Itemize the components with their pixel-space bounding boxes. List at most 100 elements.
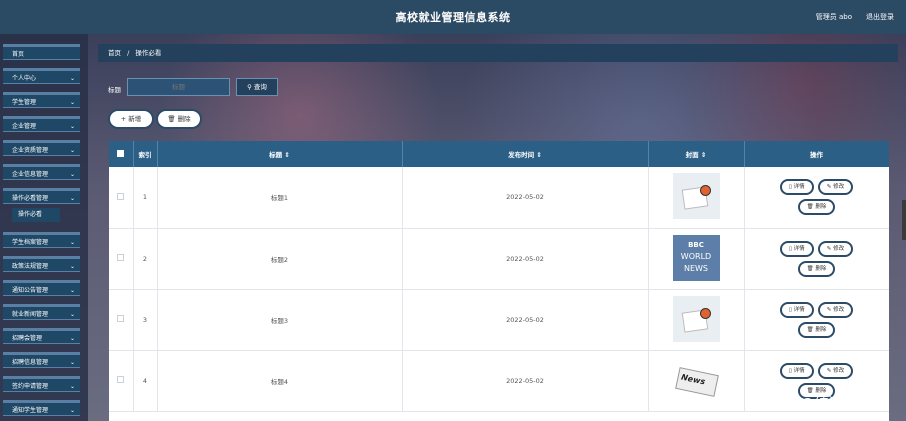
sidebar-item-label: 招聘会管理 xyxy=(12,335,43,342)
chevron-down-icon: ⌄ xyxy=(69,287,75,294)
row-checkbox[interactable] xyxy=(109,350,134,412)
chevron-down-icon: ⌄ xyxy=(69,171,75,178)
row-index: 3 xyxy=(133,289,158,351)
sidebar-item-label: 就业新闻管理 xyxy=(12,311,49,318)
chevron-down-icon: ⌄ xyxy=(69,99,75,106)
breadcrumb-current: 操作必看 xyxy=(135,49,162,57)
row-index: 4 xyxy=(133,350,158,412)
search-icon: ⚲ xyxy=(247,83,252,91)
sidebar-item-company-info[interactable]: 企业信息管理 ⌄ xyxy=(3,164,80,180)
row-delete-button[interactable]: 🗑 删除 xyxy=(797,199,836,216)
news-cover-image xyxy=(672,295,720,342)
edit-button[interactable]: ✎ 修改 xyxy=(817,179,854,196)
search-button-label: 查询 xyxy=(253,83,267,91)
search-label: 标题 xyxy=(108,86,121,94)
sidebar-item-recruitment[interactable]: 招聘信息管理 ⌄ xyxy=(3,352,80,368)
row-date: 2022-05-02 xyxy=(402,350,649,412)
sidebar-subitem-must-read[interactable]: 操作必看 xyxy=(12,208,60,222)
sidebar-item-profile[interactable]: 个人中心 ⌄ xyxy=(3,68,80,84)
sidebar-item-student-archive[interactable]: 学生档案管理 ⌄ xyxy=(3,232,80,248)
row-date: 2022-05-02 xyxy=(402,289,649,351)
logout-link[interactable]: 退出登录 xyxy=(866,12,894,22)
scrollbar[interactable] xyxy=(902,200,906,240)
column-header-actions: 操作 xyxy=(744,141,889,167)
row-delete-button[interactable]: 🗑 删除 xyxy=(797,260,836,277)
sidebar-item-student-notify[interactable]: 通知学生管理 ⌄ xyxy=(3,400,80,416)
chevron-down-icon: ⌄ xyxy=(69,147,75,154)
breadcrumb-home[interactable]: 首页 xyxy=(108,49,121,57)
column-header-cover[interactable]: 封面 ⇕ xyxy=(648,141,745,167)
row-title: 标题1 xyxy=(157,167,403,229)
edit-button[interactable]: ✎ 修改 xyxy=(817,362,854,379)
sidebar-item-job-fairs[interactable]: 招聘会管理 ⌄ xyxy=(3,328,80,344)
table-row: 3 标题3 2022-05-02 ▯ 详情 ✎ 修改 🗑 删除 xyxy=(109,289,889,351)
add-button[interactable]: + 新增 xyxy=(108,109,154,129)
sidebar-item-label: 企业管理 xyxy=(12,123,37,130)
sidebar-item-label: 政策法规管理 xyxy=(12,263,49,270)
sidebar-item-home[interactable]: 首页 xyxy=(3,44,80,60)
row-checkbox[interactable] xyxy=(109,167,134,229)
sidebar-item-label: 通知公告管理 xyxy=(12,287,49,294)
sidebar-item-label: 个人中心 xyxy=(12,75,37,82)
row-actions: ▯ 详情 ✎ 修改 🗑 删除 xyxy=(744,228,889,290)
sidebar: 首页 个人中心 ⌄ 学生管理 ⌄ 企业管理 ⌄ 企业资质管理 ⌄ 企业信息管理 … xyxy=(0,34,88,421)
bbc-cover-image: BBC WORLD NEWS xyxy=(672,234,720,281)
chevron-down-icon: ⌄ xyxy=(69,263,75,270)
sidebar-item-label: 企业资质管理 xyxy=(12,147,49,154)
sidebar-item-students[interactable]: 学生管理 ⌄ xyxy=(3,92,80,108)
sidebar-item-label: 学生管理 xyxy=(12,99,37,106)
sidebar-item-notices[interactable]: 通知公告管理 ⌄ xyxy=(3,280,80,296)
sidebar-item-must-read[interactable]: 操作必看管理 ⌄ xyxy=(3,188,80,204)
delete-button[interactable]: 🗑 删除 xyxy=(156,109,202,129)
detail-button[interactable]: ▯ 详情 xyxy=(779,240,814,257)
user-label: 管理员 abo xyxy=(815,13,852,21)
chevron-down-icon: ⌄ xyxy=(69,311,75,318)
sidebar-item-contracts[interactable]: 签约申请管理 ⌄ xyxy=(3,376,80,392)
chevron-down-icon: ⌄ xyxy=(69,195,75,202)
row-checkbox[interactable] xyxy=(109,228,134,290)
detail-button[interactable]: ▯ 详情 xyxy=(779,179,814,196)
table-row: 1 标题1 2022-05-02 ▯ 详情 ✎ 修改 🗑 删除 xyxy=(109,167,889,229)
row-index: 2 xyxy=(133,228,158,290)
sidebar-item-label: 签约申请管理 xyxy=(12,383,49,390)
row-actions: ▯ 详情 ✎ 修改 🗑 删除 xyxy=(744,289,889,351)
row-date: 2022-05-02 xyxy=(402,167,649,229)
edit-button[interactable]: ✎ 修改 xyxy=(817,301,854,318)
row-delete-button[interactable]: 🗑 删除 xyxy=(797,321,836,338)
news-cover-image xyxy=(672,173,720,220)
chevron-down-icon: ⌄ xyxy=(69,239,75,246)
column-header-index: 索引 xyxy=(133,141,158,167)
chevron-down-icon: ⌄ xyxy=(69,335,75,342)
row-title: 标题4 xyxy=(157,350,403,412)
sidebar-item-label: 学生档案管理 xyxy=(12,239,49,246)
chevron-down-icon: ⌄ xyxy=(69,123,75,130)
column-header-date[interactable]: 发布时间 ⇕ xyxy=(402,141,649,167)
chevron-down-icon: ⌄ xyxy=(69,407,75,414)
sidebar-item-policies[interactable]: 政策法规管理 ⌄ xyxy=(3,256,80,272)
sidebar-item-label: 通知学生管理 xyxy=(12,407,49,414)
breadcrumb: 首页 / 操作必看 xyxy=(98,44,898,62)
detail-button[interactable]: ▯ 详情 xyxy=(779,301,814,318)
row-cover: News xyxy=(648,350,745,412)
search-button[interactable]: ⚲ 查询 xyxy=(236,78,278,96)
row-cover: BBC WORLD NEWS xyxy=(648,228,745,290)
sidebar-item-label: 企业信息管理 xyxy=(12,171,49,178)
table-row: 2 标题2 2022-05-02 BBC WORLD NEWS ▯ 详情 ✎ 修… xyxy=(109,228,889,290)
table-header-row: 索引 标题 ⇕ 发布时间 ⇕ 封面 ⇕ 操作 xyxy=(109,141,889,167)
breadcrumb-separator: / xyxy=(127,49,130,57)
sidebar-item-news[interactable]: 就业新闻管理 ⌄ xyxy=(3,304,80,320)
sidebar-item-companies[interactable]: 企业管理 ⌄ xyxy=(3,116,80,132)
row-actions: ▯ 详情 ✎ 修改 🗑 删除 xyxy=(744,167,889,229)
detail-button[interactable]: ▯ 详情 xyxy=(779,362,814,379)
data-table: 索引 标题 ⇕ 发布时间 ⇕ 封面 ⇕ 操作 1 标题1 2022-05-02 … xyxy=(109,141,889,421)
edit-button[interactable]: ✎ 修改 xyxy=(817,240,854,257)
delete-button-label: 删除 xyxy=(177,115,191,123)
column-header-title[interactable]: 标题 ⇕ xyxy=(157,141,403,167)
sidebar-item-company-qualification[interactable]: 企业资质管理 ⌄ xyxy=(3,140,80,156)
search-input[interactable] xyxy=(127,78,230,96)
select-all-checkbox[interactable] xyxy=(109,141,134,167)
row-cover xyxy=(648,289,745,351)
row-title: 标题2 xyxy=(157,228,403,290)
row-checkbox[interactable] xyxy=(109,289,134,351)
trash-icon: 🗑 xyxy=(167,115,176,123)
